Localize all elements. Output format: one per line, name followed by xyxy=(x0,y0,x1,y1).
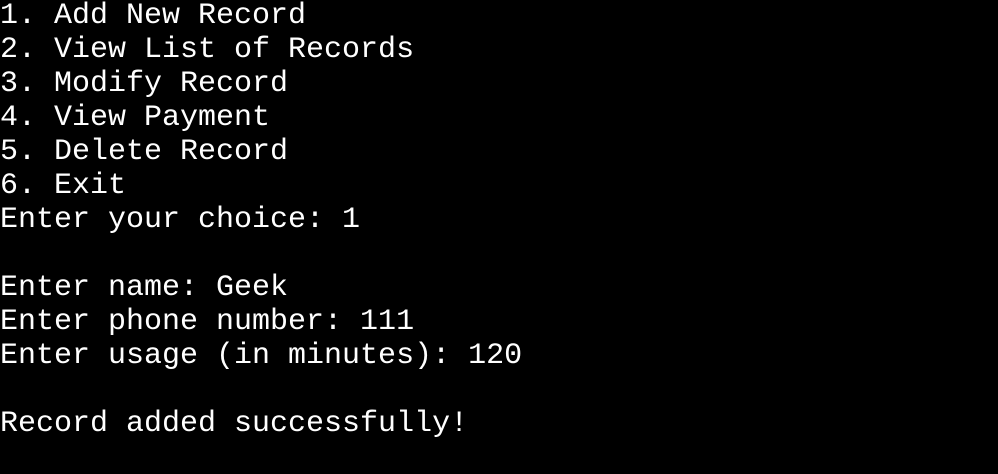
menu-item-delete-record: 5. Delete Record xyxy=(0,135,289,169)
menu-item-modify-record: 3. Modify Record xyxy=(0,67,289,101)
menu-item-view-list-of-records: 2. View List of Records xyxy=(0,33,415,67)
usage-prompt-line: Enter usage (in minutes): 120 xyxy=(0,339,523,373)
terminal-window[interactable]: 1. Add New Record 2. View List of Record… xyxy=(0,0,998,473)
menu-item-exit: 6. Exit xyxy=(0,169,127,203)
success-message-line: Record added successfully! xyxy=(0,407,469,441)
choice-prompt-line: Enter your choice: 1 xyxy=(0,203,361,237)
menu-item-add-new-record: 1. Add New Record xyxy=(0,0,307,33)
phone-prompt-line: Enter phone number: 111 xyxy=(0,305,415,339)
terminal-output: 1. Add New Record 2. View List of Record… xyxy=(0,0,998,441)
name-prompt-line: Enter name: Geek xyxy=(0,271,289,305)
menu-item-view-payment: 4. View Payment xyxy=(0,101,271,135)
